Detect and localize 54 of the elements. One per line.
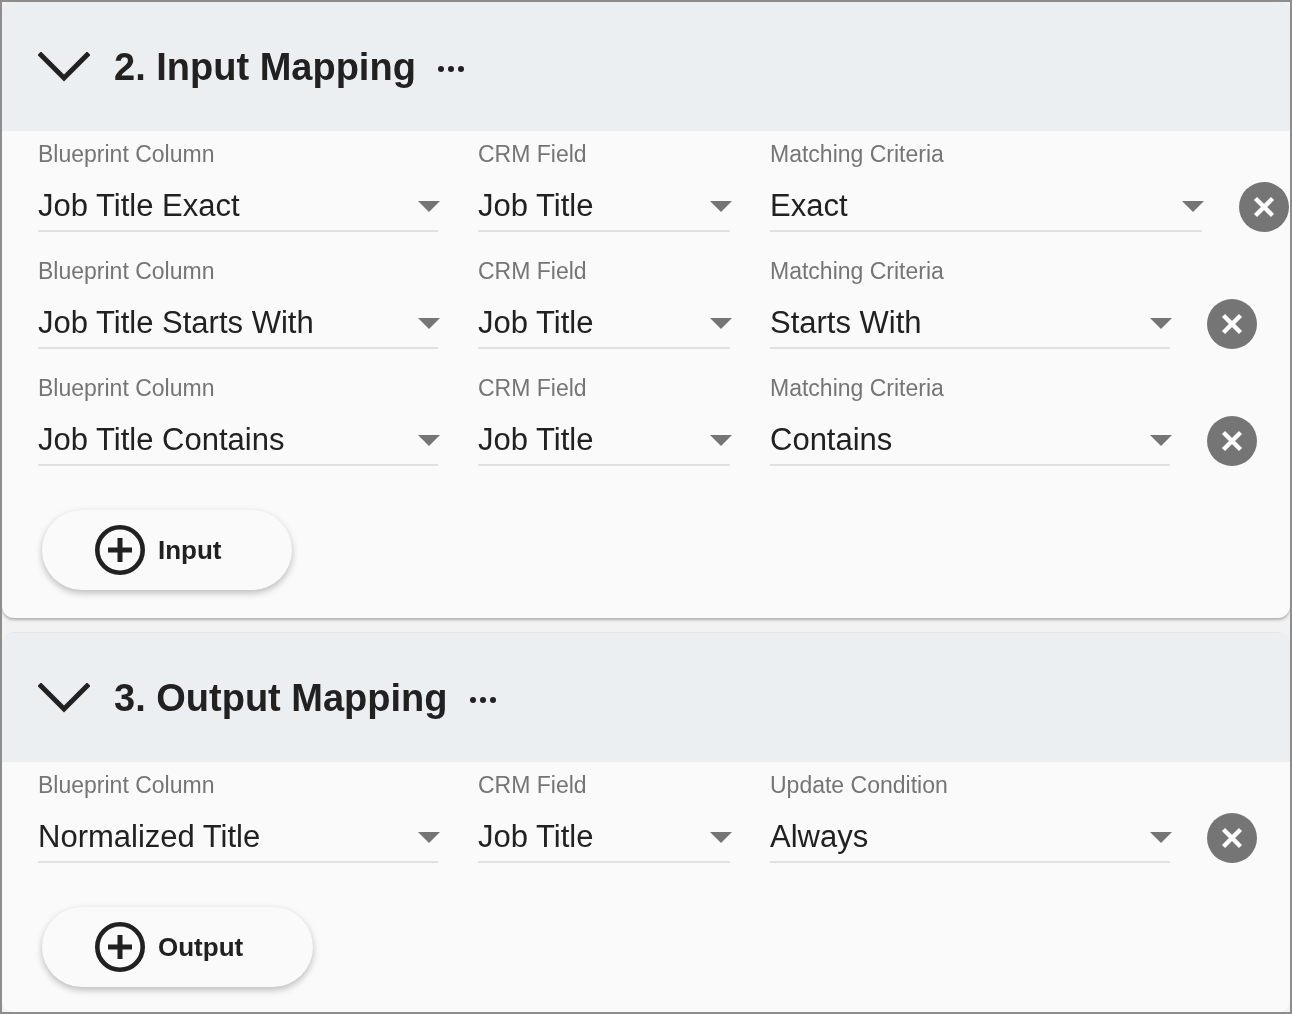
dropdown-field[interactable]: Job Title bbox=[478, 813, 730, 863]
remove-button[interactable] bbox=[1239, 182, 1289, 232]
field-label: CRM Field bbox=[478, 773, 587, 797]
caret-icon bbox=[710, 317, 732, 329]
dropdown-field[interactable]: Starts With bbox=[770, 299, 1170, 349]
close-icon bbox=[1221, 827, 1243, 849]
chevron-down-icon[interactable] bbox=[38, 51, 90, 82]
caret-icon bbox=[1150, 434, 1172, 446]
dropdown-field[interactable]: Job Title Contains bbox=[38, 416, 438, 466]
dropdown-field[interactable]: Job Title bbox=[478, 182, 730, 232]
caret-icon bbox=[1150, 317, 1172, 329]
caret-icon bbox=[710, 831, 732, 843]
close-icon bbox=[1221, 313, 1243, 335]
dropdown-field[interactable]: Normalized Title bbox=[38, 813, 438, 863]
caret-icon bbox=[418, 317, 440, 329]
field-label: Matching Criteria bbox=[770, 142, 944, 166]
remove-button[interactable] bbox=[1207, 299, 1257, 349]
more-icon[interactable] bbox=[437, 65, 464, 72]
field-label: Blueprint Column bbox=[38, 376, 215, 400]
plus-circle-icon bbox=[95, 525, 145, 575]
dropdown-field[interactable]: Contains bbox=[770, 416, 1170, 466]
field-label: Update Condition bbox=[770, 773, 948, 797]
close-icon bbox=[1221, 430, 1243, 452]
close-icon bbox=[1253, 196, 1275, 218]
chevron-down-icon[interactable] bbox=[38, 682, 90, 713]
dropdown-field[interactable]: Always bbox=[770, 813, 1170, 863]
plus-circle-icon bbox=[95, 922, 145, 972]
caret-icon bbox=[1182, 200, 1204, 212]
remove-button[interactable] bbox=[1207, 813, 1257, 863]
dropdown-field[interactable]: Job Title Starts With bbox=[38, 299, 438, 349]
section-title: 2. Input Mapping bbox=[114, 44, 416, 90]
field-label: CRM Field bbox=[478, 142, 587, 166]
section-title: 3. Output Mapping bbox=[114, 675, 448, 721]
caret-icon bbox=[710, 200, 732, 212]
caret-icon bbox=[1150, 831, 1172, 843]
caret-icon bbox=[418, 434, 440, 446]
field-label: Matching Criteria bbox=[770, 376, 944, 400]
caret-icon bbox=[418, 831, 440, 843]
caret-icon bbox=[710, 434, 732, 446]
dropdown-field[interactable]: Exact bbox=[770, 182, 1202, 232]
dropdown-field[interactable]: Job Title bbox=[478, 416, 730, 466]
field-label: Blueprint Column bbox=[38, 142, 215, 166]
field-label: CRM Field bbox=[478, 259, 587, 283]
more-icon[interactable] bbox=[469, 696, 496, 703]
remove-button[interactable] bbox=[1207, 416, 1257, 466]
field-label: Matching Criteria bbox=[770, 259, 944, 283]
field-label: CRM Field bbox=[478, 376, 587, 400]
field-label: Blueprint Column bbox=[38, 773, 215, 797]
field-label: Blueprint Column bbox=[38, 259, 215, 283]
dropdown-field[interactable]: Job Title bbox=[478, 299, 730, 349]
caret-icon bbox=[418, 200, 440, 212]
add-button[interactable]: Input bbox=[42, 510, 292, 590]
add-button[interactable]: Output bbox=[42, 907, 314, 987]
dropdown-field[interactable]: Job Title Exact bbox=[38, 182, 438, 232]
